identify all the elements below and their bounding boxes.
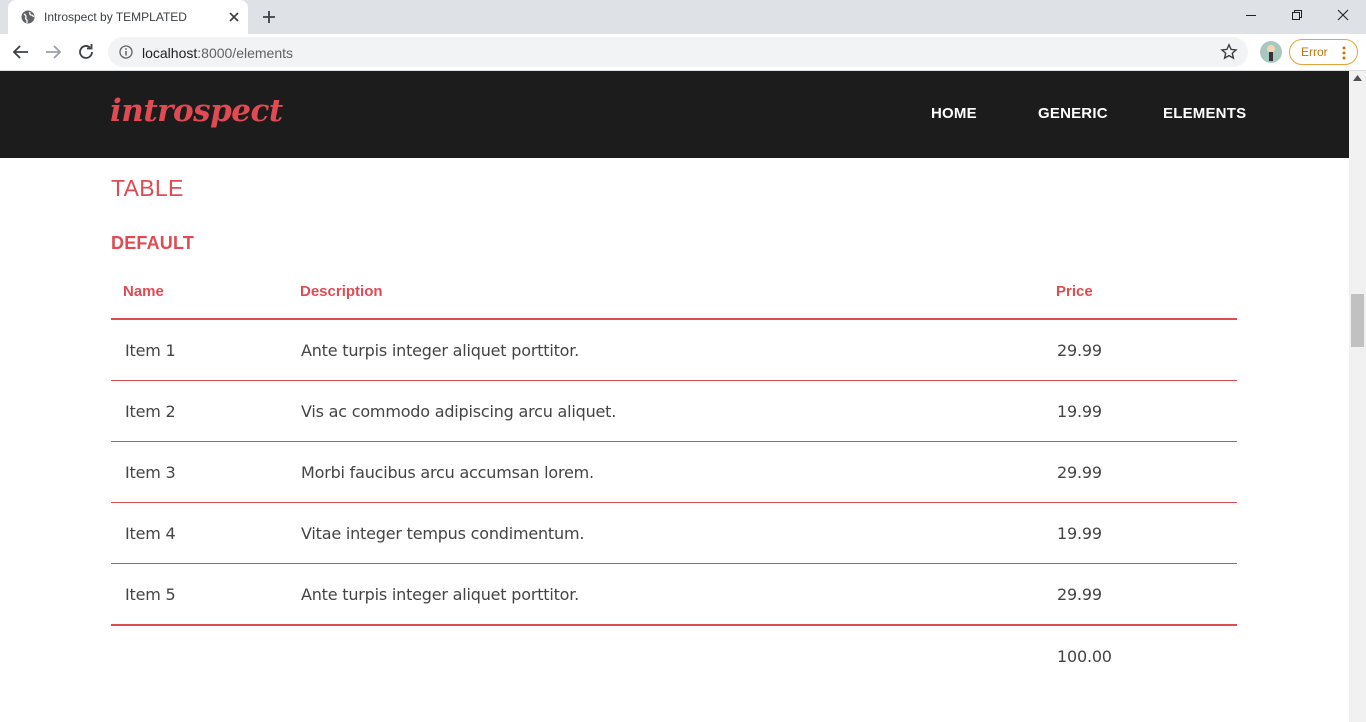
cell-price: 29.99 bbox=[1057, 585, 1102, 604]
restore-icon bbox=[1292, 10, 1302, 20]
error-label: Error bbox=[1301, 45, 1328, 59]
cell-description: Ante turpis integer aliquet porttitor. bbox=[301, 341, 580, 360]
cell-price: 19.99 bbox=[1057, 402, 1102, 421]
url-host: localhost bbox=[142, 45, 198, 61]
more-options-icon[interactable] bbox=[1340, 45, 1348, 61]
cell-price: 19.99 bbox=[1057, 524, 1102, 543]
new-tab-icon[interactable] bbox=[260, 8, 278, 26]
url-text: localhost:8000/elements bbox=[142, 45, 293, 61]
nav-elements[interactable]: ELEMENTS bbox=[1163, 105, 1246, 122]
url-path: :8000/elements bbox=[197, 45, 293, 61]
section-heading: TABLE bbox=[111, 175, 184, 201]
minimize-button[interactable] bbox=[1228, 0, 1274, 30]
cell-name: Item 2 bbox=[125, 402, 176, 421]
column-header-description: Description bbox=[300, 283, 383, 300]
tab-title: Introspect by TEMPLATED bbox=[44, 10, 187, 24]
minimize-icon bbox=[1246, 15, 1256, 16]
cell-name: Item 3 bbox=[125, 463, 176, 482]
avatar-icon bbox=[1267, 45, 1275, 61]
scroll-up-arrow-icon[interactable] bbox=[1353, 75, 1362, 81]
table-row: Item 4 Vitae integer tempus condimentum.… bbox=[111, 503, 1237, 564]
close-window-button[interactable] bbox=[1320, 0, 1366, 30]
tab-strip: Introspect by TEMPLATED bbox=[0, 0, 1366, 34]
forward-icon[interactable] bbox=[43, 42, 63, 62]
site-header: introspect HOME GENERIC ELEMENTS bbox=[0, 71, 1349, 158]
table-total: 100.00 bbox=[1057, 647, 1112, 666]
close-icon bbox=[1337, 9, 1349, 21]
bookmark-star-icon[interactable] bbox=[1220, 43, 1238, 61]
reload-icon[interactable] bbox=[76, 42, 96, 62]
cell-description: Morbi faucibus arcu accumsan lorem. bbox=[301, 463, 594, 482]
cell-description: Ante turpis integer aliquet porttitor. bbox=[301, 585, 580, 604]
close-tab-icon[interactable] bbox=[226, 9, 242, 25]
site-info-icon[interactable] bbox=[119, 45, 133, 59]
browser-tab[interactable]: Introspect by TEMPLATED bbox=[8, 0, 248, 34]
section-subheading: DEFAULT bbox=[111, 233, 195, 253]
site-logo[interactable]: introspect bbox=[110, 93, 283, 129]
cell-price: 29.99 bbox=[1057, 463, 1102, 482]
column-header-name: Name bbox=[123, 283, 164, 300]
profile-error-button[interactable]: Error bbox=[1289, 39, 1358, 65]
page-viewport: introspect HOME GENERIC ELEMENTS TABLE D… bbox=[0, 71, 1349, 722]
cell-price: 29.99 bbox=[1057, 341, 1102, 360]
browser-toolbar: localhost:8000/elements Error bbox=[0, 34, 1366, 71]
table-row: Item 5 Ante turpis integer aliquet portt… bbox=[111, 564, 1237, 625]
cell-name: Item 4 bbox=[125, 524, 176, 543]
column-header-price: Price bbox=[1056, 283, 1093, 300]
restore-button[interactable] bbox=[1274, 0, 1320, 30]
nav-generic[interactable]: GENERIC bbox=[1038, 105, 1108, 122]
table-row: Item 2 Vis ac commodo adipiscing arcu al… bbox=[111, 381, 1237, 442]
cell-name: Item 5 bbox=[125, 585, 176, 604]
cell-name: Item 1 bbox=[125, 341, 176, 360]
table-row: Item 1 Ante turpis integer aliquet portt… bbox=[111, 320, 1237, 381]
address-bar[interactable]: localhost:8000/elements bbox=[108, 37, 1248, 67]
nav-home[interactable]: HOME bbox=[931, 105, 977, 122]
scroll-thumb[interactable] bbox=[1351, 294, 1364, 347]
page-scrollbar[interactable] bbox=[1349, 71, 1366, 722]
footer-divider bbox=[111, 624, 1237, 626]
globe-icon bbox=[21, 10, 35, 24]
table-row: Item 3 Morbi faucibus arcu accumsan lore… bbox=[111, 442, 1237, 503]
cell-description: Vitae integer tempus condimentum. bbox=[301, 524, 585, 543]
back-icon[interactable] bbox=[11, 42, 31, 62]
cell-description: Vis ac commodo adipiscing arcu aliquet. bbox=[301, 402, 617, 421]
profile-avatar[interactable] bbox=[1260, 41, 1282, 63]
